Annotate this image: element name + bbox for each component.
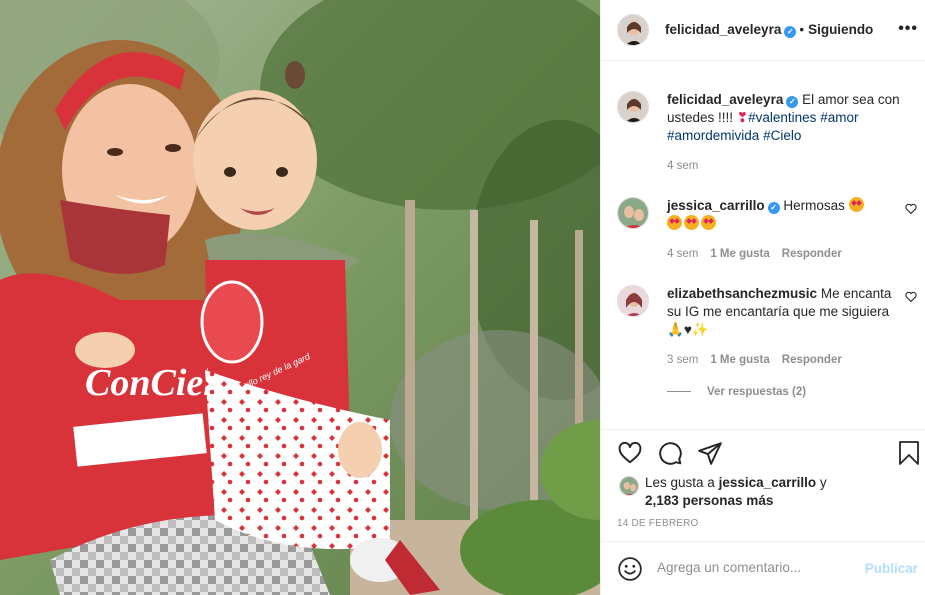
caption-username[interactable]: felicidad_aveleyra <box>667 92 783 107</box>
emoji-icon[interactable] <box>617 556 643 587</box>
add-comment-bar: Publicar <box>601 541 925 595</box>
view-replies-label: Ver respuestas (2) <box>707 386 807 398</box>
hashtag-link[interactable]: #amordemivida <box>667 128 759 143</box>
avatar[interactable] <box>617 14 649 46</box>
comment-icon[interactable] <box>657 440 683 471</box>
likes-others-link[interactable]: 2,183 personas más <box>645 493 773 508</box>
comment-body: Hermosas <box>783 198 845 213</box>
post-date[interactable]: 14 DE FEBRERO <box>617 518 699 529</box>
header-info: felicidad_aveleyra ✓ • Siguiendo <box>665 22 873 38</box>
heart-emoji-icon: ❣ <box>736 110 749 125</box>
sparkles-emoji-icon: ✨ <box>691 322 709 337</box>
hashtag-link[interactable]: #Cielo <box>763 128 801 143</box>
comment-text: jessica_carrillo ✓ Hermosas <box>667 197 902 233</box>
post-actions: Les gusta a jessica_carrillo y 2,183 per… <box>601 429 925 541</box>
follow-status-button[interactable]: Siguiendo <box>808 22 873 37</box>
like-comment-heart-icon[interactable] <box>905 202 917 220</box>
more-icon[interactable]: ••• <box>898 20 918 38</box>
comment-meta: 4 sem 1 Me gusta Responder <box>667 248 842 260</box>
likes-user-link[interactable]: jessica_carrillo <box>719 475 817 490</box>
avatar[interactable] <box>617 197 649 229</box>
hashtag-link[interactable]: #valentines <box>748 110 816 125</box>
post-photo[interactable]: ConCiel agullo rey de la gard <box>0 0 600 595</box>
comment-item: elizabethsanchezmusic Me encanta su IG m… <box>617 285 917 375</box>
comment-likes[interactable]: 1 Me gusta <box>710 248 769 260</box>
caption: felicidad_aveleyra ✓ El amor sea con uste… <box>617 91 917 181</box>
caption-text: felicidad_aveleyra ✓ El amor sea con uste… <box>667 91 902 145</box>
comment-item: jessica_carrillo ✓ Hermosas 4 sem 1 Me gus… <box>617 197 917 267</box>
heart-icon[interactable] <box>617 440 643 471</box>
view-replies-button[interactable]: Ver respuestas (2) <box>667 386 806 398</box>
likes-summary: Les gusta a jessica_carrillo y 2,183 per… <box>645 474 905 510</box>
comment-likes[interactable]: 1 Me gusta <box>710 354 769 366</box>
comment-meta: 3 sem 1 Me gusta Responder <box>667 354 842 366</box>
likes-prefix: Les gusta a <box>645 475 715 490</box>
hashtag-link[interactable]: #amor <box>820 110 858 125</box>
avatar[interactable] <box>617 91 649 123</box>
caption-time[interactable]: 4 sem <box>667 160 698 172</box>
post-username[interactable]: felicidad_aveleyra <box>665 22 781 37</box>
heart-eyes-emoji-icon <box>667 215 682 230</box>
avatar[interactable] <box>617 285 649 317</box>
comment-time[interactable]: 4 sem <box>667 248 698 260</box>
comment-username[interactable]: jessica_carrillo <box>667 198 765 213</box>
reply-button[interactable]: Responder <box>782 354 842 366</box>
bookmark-icon[interactable] <box>897 440 921 471</box>
heart-eyes-emoji-icon <box>684 215 699 230</box>
heart-eyes-emoji-icon <box>848 197 864 212</box>
likes-connector: y <box>819 475 827 490</box>
verified-icon: ✓ <box>786 96 799 108</box>
post-panel: felicidad_aveleyra ✓ • Siguiendo ••• felici… <box>600 0 925 595</box>
heart-eyes-emoji-icon <box>701 215 716 230</box>
shirt-text: ConCiel <box>85 362 214 404</box>
comment-text: elizabethsanchezmusic Me encanta su IG m… <box>667 285 902 339</box>
separator-dot: • <box>799 22 805 37</box>
replies-line <box>667 391 691 393</box>
comment-time[interactable]: 3 sem <box>667 354 698 366</box>
comment-username[interactable]: elizabethsanchezmusic <box>667 286 817 301</box>
liker-avatar[interactable] <box>619 476 639 496</box>
comments-list: felicidad_aveleyra ✓ El amor sea con uste… <box>601 61 925 429</box>
post-image: ConCiel agullo rey de la gard <box>0 0 600 595</box>
comment-input[interactable] <box>657 560 857 575</box>
publish-button[interactable]: Publicar <box>865 561 918 576</box>
verified-icon: ✓ <box>784 26 797 38</box>
reply-button[interactable]: Responder <box>782 248 842 260</box>
verified-icon: ✓ <box>767 202 780 214</box>
post-header: felicidad_aveleyra ✓ • Siguiendo ••• <box>601 0 925 61</box>
like-comment-heart-icon[interactable] <box>905 290 917 308</box>
share-icon[interactable] <box>697 440 723 471</box>
praying-hands-emoji-icon: 🙏 <box>667 322 684 337</box>
black-heart-emoji-icon: ♥ <box>683 322 692 337</box>
